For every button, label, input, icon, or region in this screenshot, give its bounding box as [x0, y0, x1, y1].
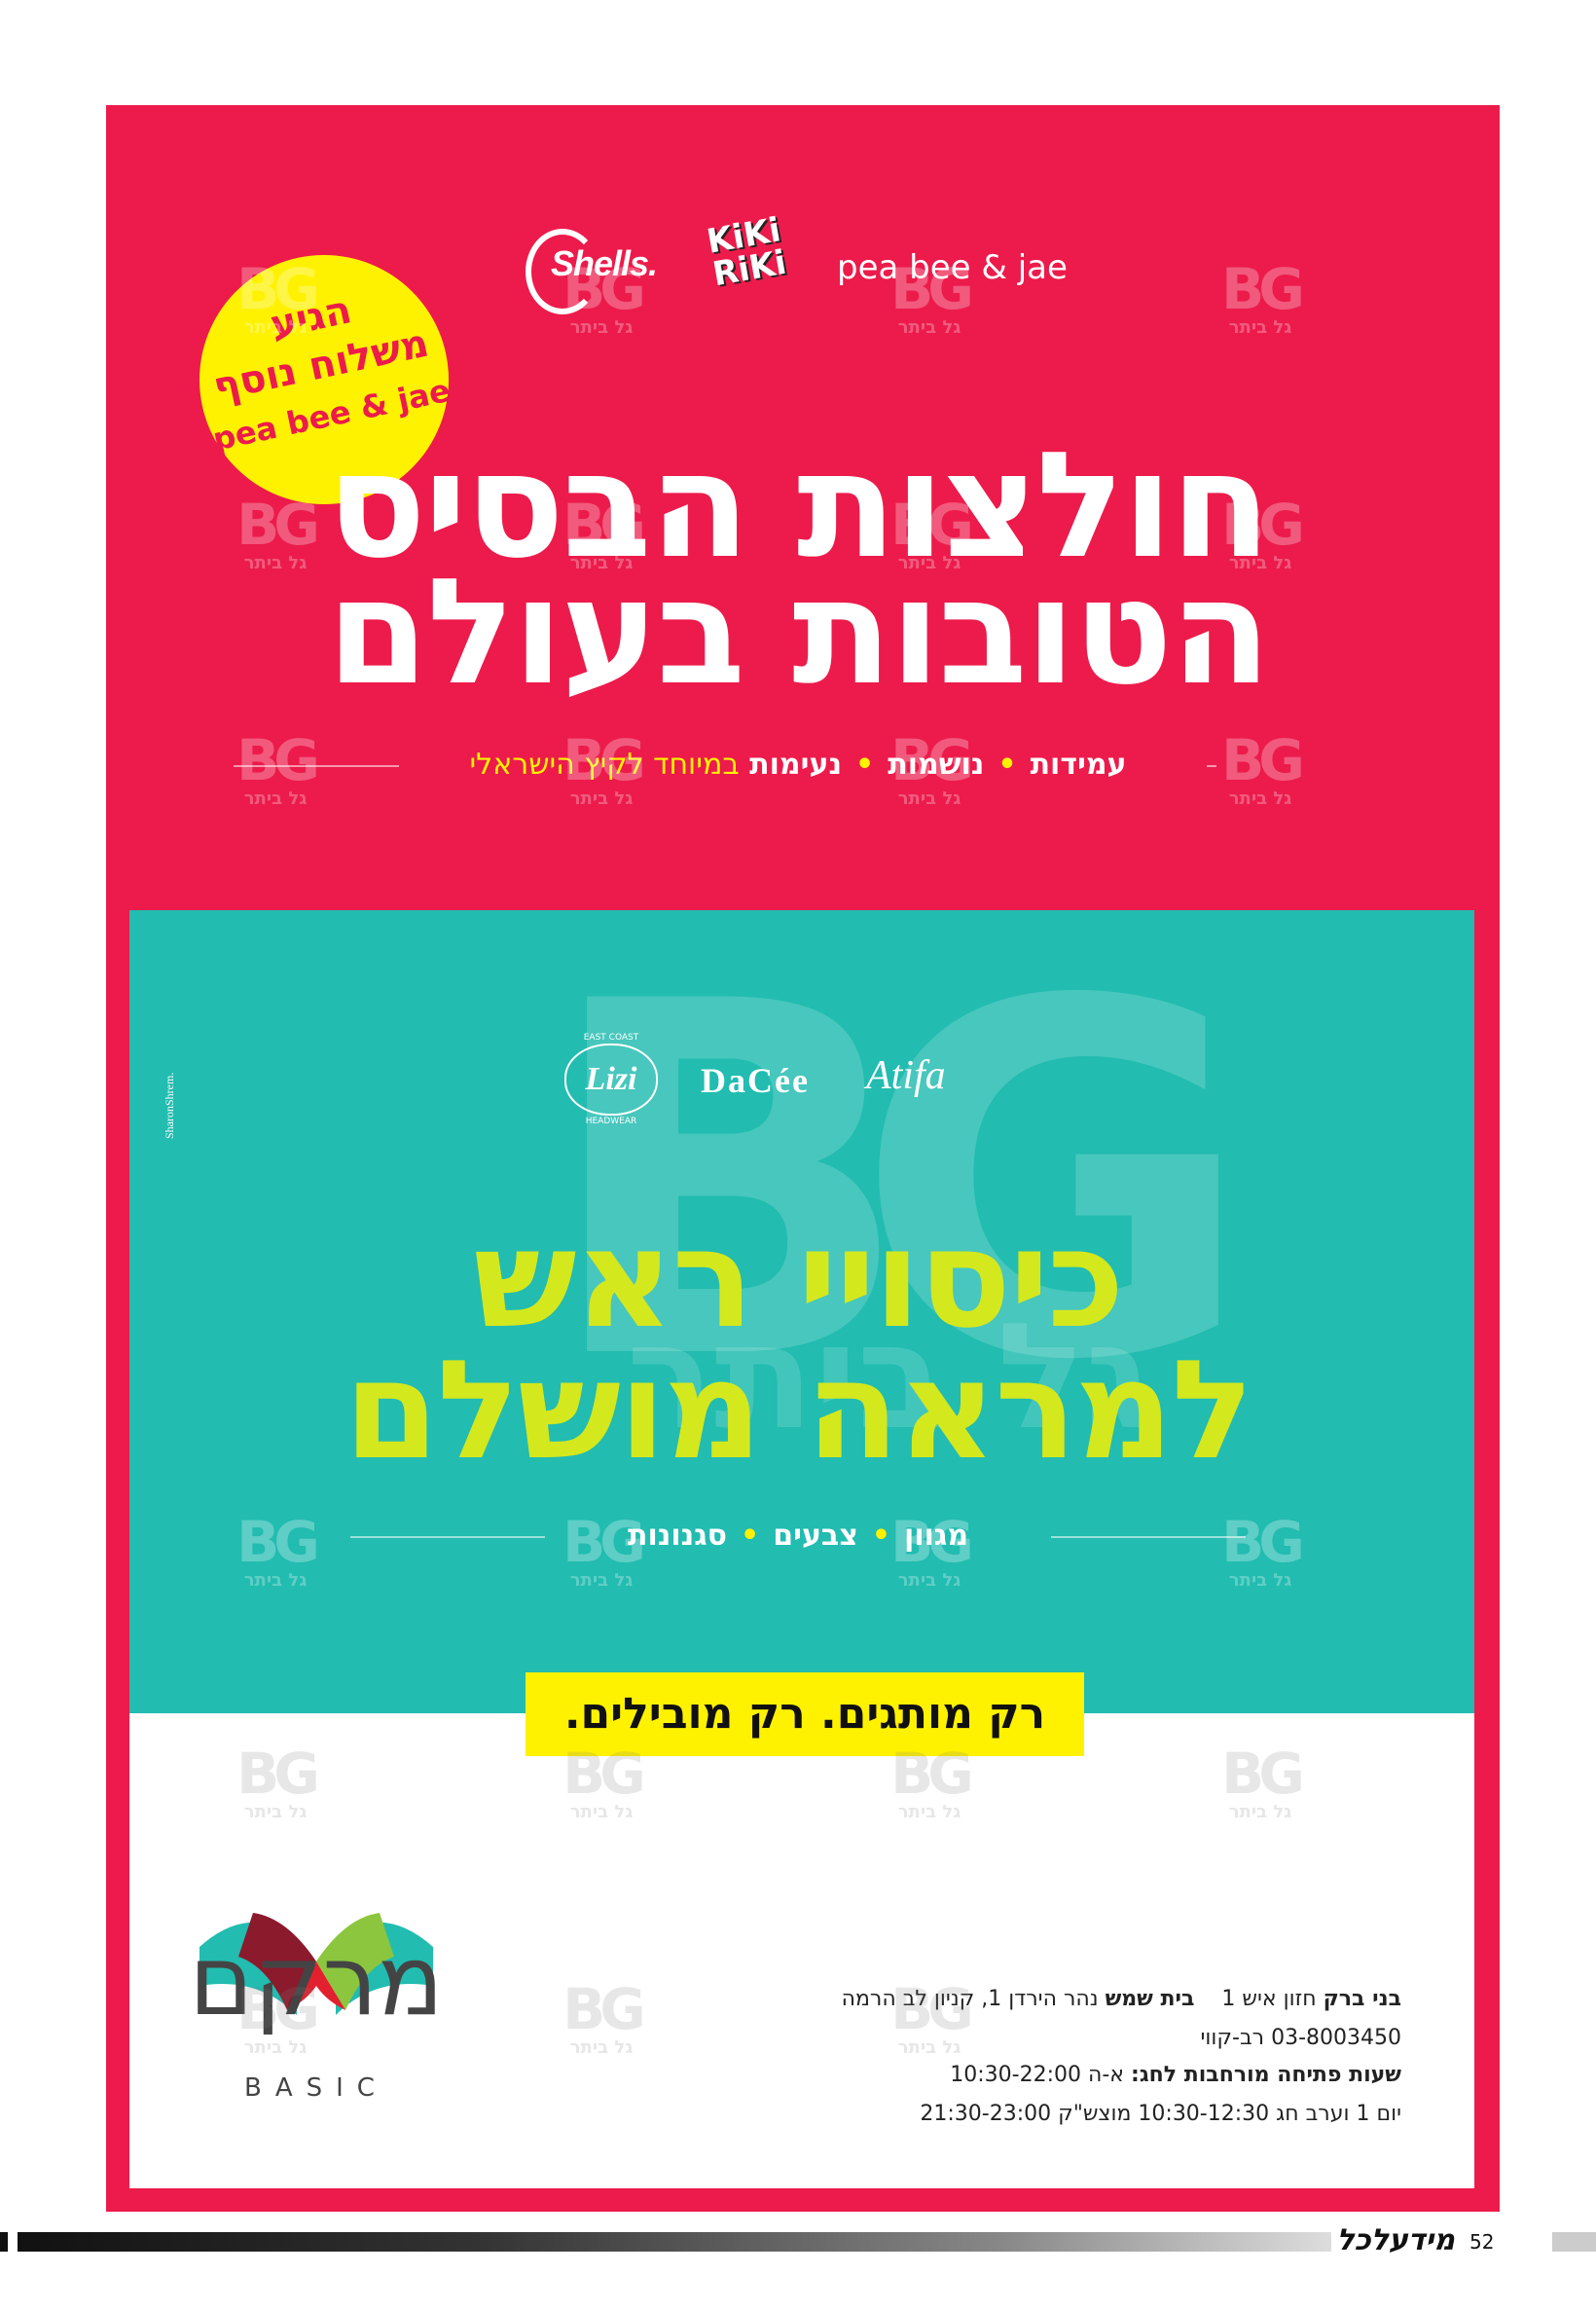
hours-value: א-ה 10:30-22:00	[950, 2063, 1125, 2087]
address-beit-shemesh: נהר הירדן 1, קניון לב הרמה	[841, 1987, 1099, 2011]
hours-label: שעות פתיחה מורחבות לחג:	[1131, 2063, 1401, 2087]
subline-top-item-1: עמידות	[1030, 748, 1127, 782]
city-beit-shemesh: בית שמש	[1105, 1987, 1195, 2011]
shells-logo: Shells.	[526, 229, 662, 314]
address-holiday-hours: יום 1 וערב חג 10:30-12:30 מוצש"ק 21:30-2…	[920, 2102, 1401, 2126]
lizi-logo: Lizi EAST COAST HEADWEAR	[564, 1033, 658, 1126]
page-number: 52	[1469, 2230, 1495, 2254]
subline-top-highlight: במיוחד לקיץ הישראלי	[469, 748, 740, 782]
photo-credit: SharonShrem.	[163, 1072, 176, 1139]
lizi-small-bottom: HEADWEAR	[585, 1117, 637, 1126]
subline-bottom-item-3: סגנונות	[627, 1519, 728, 1553]
headline-top-line-2: הטובות בעולם	[326, 548, 1271, 717]
merkam-basic-text: BASIC	[244, 2073, 388, 2103]
subline-bottom: מגוון•צבעים•סגנונות	[627, 1519, 969, 1553]
kikiriki-logo: KiKi RiKi	[693, 210, 806, 324]
peabee-logo: pea bee & jae	[837, 248, 1068, 287]
atifa-logo: Atifa	[866, 1053, 946, 1098]
footer-bar-left	[0, 2232, 8, 2252]
footer-bar	[18, 2232, 1331, 2252]
headline-bottom-line-2: למראה מושלם	[344, 1332, 1254, 1490]
address-bnei-brak: חזון איש 1	[1221, 1987, 1317, 2011]
magazine-name: מידעלכל	[1336, 2223, 1455, 2257]
shells-logo-text: Shells.	[551, 243, 658, 283]
subline-bottom-item-2: צבעים	[773, 1519, 858, 1553]
lizi-small-top: EAST COAST	[583, 1033, 639, 1043]
city-bnei-brak: בני ברק	[1323, 1987, 1401, 2011]
footer-bar-right	[1552, 2232, 1596, 2252]
subline-top: עמידות•נושמות•נעימות במיוחד לקיץ הישראלי	[469, 748, 1127, 782]
top-brand-logos: Shells. KiKi RiKi pea bee & jae	[526, 210, 1090, 316]
slogan-box: רק מותגים. רק מובילים.	[526, 1672, 1084, 1756]
merkam-logo-text: מרקם	[189, 1924, 444, 2037]
address-hours: שעות פתיחה מורחבות לחג: א-ה 10:30-22:00	[623, 2062, 1401, 2089]
lizi-logo-text: Lizi	[585, 1061, 637, 1097]
address-line-1: בני ברק חזון איש 1 בית שמש נהר הירדן 1, …	[623, 1986, 1401, 2013]
subline-bottom-item-1: מגוון	[904, 1519, 969, 1553]
subline-top-item-3: נעימות	[749, 748, 843, 782]
subline-top-item-2: נושמות	[888, 748, 985, 782]
headwear-brand-logos: Lizi EAST COAST HEADWEAR DaCée Atifa	[564, 1032, 1051, 1129]
address-phone: 03-8003450 רב-קווי	[1200, 2026, 1401, 2050]
dacee-logo: DaCée	[701, 1061, 810, 1100]
